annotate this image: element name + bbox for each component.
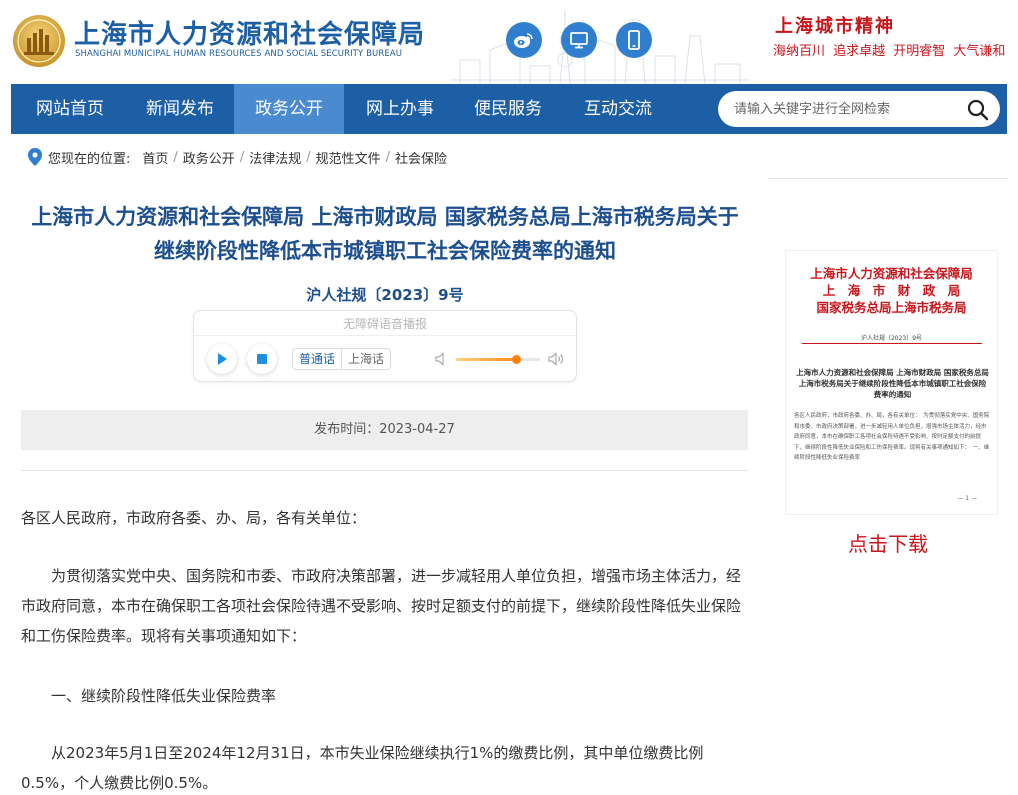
breadcrumb-separator: / xyxy=(306,149,311,165)
breadcrumb-social-insurance[interactable]: 社会保险 xyxy=(395,148,447,167)
bureau-name-cn[interactable]: 上海市人力资源和社会保障局 xyxy=(74,14,425,51)
breadcrumb-separator: / xyxy=(385,149,391,165)
preview-red-rule xyxy=(802,343,982,344)
article-paragraph-unemployment: 从2023年5月1日至2024年12月31日，本市失业保险继续执行1%的缴费比例… xyxy=(21,744,704,792)
volume-slider[interactable] xyxy=(456,355,540,364)
search-input[interactable] xyxy=(734,91,954,127)
article-paragraph-intro: 为贯彻落实党中央、国务院和市委、市政府决策部署，进一步减轻用人单位负担，增强市场… xyxy=(21,567,742,645)
publish-time: 发布时间：2023-04-27 xyxy=(21,410,748,450)
article-section-heading: 一、继续阶段性降低失业保险费率 xyxy=(51,687,277,705)
nav-news[interactable]: 新闻发布 xyxy=(133,84,227,134)
preview-body: 各区人民政府，市政府各委、办、局，各有关单位： 为贯彻落实党中央、国务院和市委、… xyxy=(794,413,990,461)
bureau-emblem-icon[interactable] xyxy=(12,14,66,68)
breadcrumb-home[interactable]: 首页 xyxy=(142,148,168,167)
breadcrumb-government-affairs[interactable]: 政务公开 xyxy=(183,148,235,167)
location-pin-icon xyxy=(28,148,42,166)
nav-home[interactable]: 网站首页 xyxy=(23,84,117,134)
preview-page-number: — 1 — xyxy=(957,495,977,502)
play-button[interactable] xyxy=(207,344,237,374)
article-divider xyxy=(21,470,748,471)
volume-high-icon[interactable] xyxy=(548,351,564,367)
breadcrumb-laws[interactable]: 法律法规 xyxy=(249,148,301,167)
audio-player-label: 无障碍语音播报 xyxy=(342,317,427,331)
breadcrumb: 您现在的位置: 首页 / 政务公开 / 法律法规 / 规范性文件 / 社会保险 xyxy=(28,147,447,167)
breadcrumb-label: 您现在的位置: xyxy=(48,151,131,167)
play-icon xyxy=(218,353,227,365)
preview-document-number: 沪人社规〔2023〕9号 xyxy=(860,335,923,342)
nav-interaction[interactable]: 互动交流 xyxy=(571,84,665,134)
site-header: 上海市人力资源和社会保障局 SHANGHAI MUNICIPAL HUMAN R… xyxy=(0,0,1018,84)
dialect-toggle: 普通话 上海话 xyxy=(292,348,392,370)
city-skyline-illustration xyxy=(450,10,750,84)
volume-slider-knob[interactable] xyxy=(511,355,521,364)
document-number: 沪人社规〔2023〕9号 xyxy=(306,286,464,304)
city-spirit-slogan: 海纳百川 追求卓越 开明睿智 大气谦和 xyxy=(773,44,1006,59)
article-title: 上海市人力资源和社会保障局 上海市财政局 国家税务总局上海市税务局关于继续阶段性… xyxy=(31,205,739,263)
shanghainese-option[interactable]: 上海话 xyxy=(341,349,390,369)
mobile-icon[interactable] xyxy=(616,22,652,58)
breadcrumb-separator: / xyxy=(239,149,245,165)
download-link[interactable]: 点击下载 xyxy=(788,528,988,557)
nav-online-services[interactable]: 网上办事 xyxy=(353,84,447,134)
sidebar-divider xyxy=(768,178,1008,179)
audio-player-divider xyxy=(194,335,576,336)
desktop-icon[interactable] xyxy=(561,22,597,58)
mandarin-option[interactable]: 普通话 xyxy=(293,349,341,369)
weibo-icon[interactable] xyxy=(506,22,542,58)
stop-icon xyxy=(257,354,267,364)
city-spirit-title: 上海城市精神 xyxy=(775,16,895,37)
nav-government-affairs[interactable]: 政务公开 xyxy=(234,84,344,134)
breadcrumb-normative-documents[interactable]: 规范性文件 xyxy=(316,148,381,167)
preview-header-line: 国家税务总局上海市税务局 xyxy=(816,300,967,315)
audio-player: 无障碍语音播报 普通话 上海话 xyxy=(193,310,577,382)
document-preview-thumbnail[interactable]: 上海市人力资源和社会保障局 上 海 市 财 政 局 国家税务总局上海市税务局 沪… xyxy=(785,250,998,515)
article-salutation: 各区人民政府，市政府各委、办、局，各有关单位： xyxy=(21,509,367,527)
search-icon[interactable] xyxy=(966,98,990,122)
bureau-name-en: SHANGHAI MUNICIPAL HUMAN RESOURCES AND S… xyxy=(75,49,403,59)
preview-title: 上海市人力资源和社会保障局 上海市财政局 国家税务总局上海市税务局关于继续阶段性… xyxy=(796,368,989,399)
volume-low-icon[interactable] xyxy=(434,351,450,367)
search-box xyxy=(718,91,1000,127)
nav-public-services[interactable]: 便民服务 xyxy=(461,84,555,134)
volume-slider-fill xyxy=(456,358,517,361)
stop-button[interactable] xyxy=(247,344,277,374)
main-nav: 网站首页 新闻发布 政务公开 网上办事 便民服务 互动交流 xyxy=(11,84,1007,134)
breadcrumb-separator: / xyxy=(173,149,178,165)
